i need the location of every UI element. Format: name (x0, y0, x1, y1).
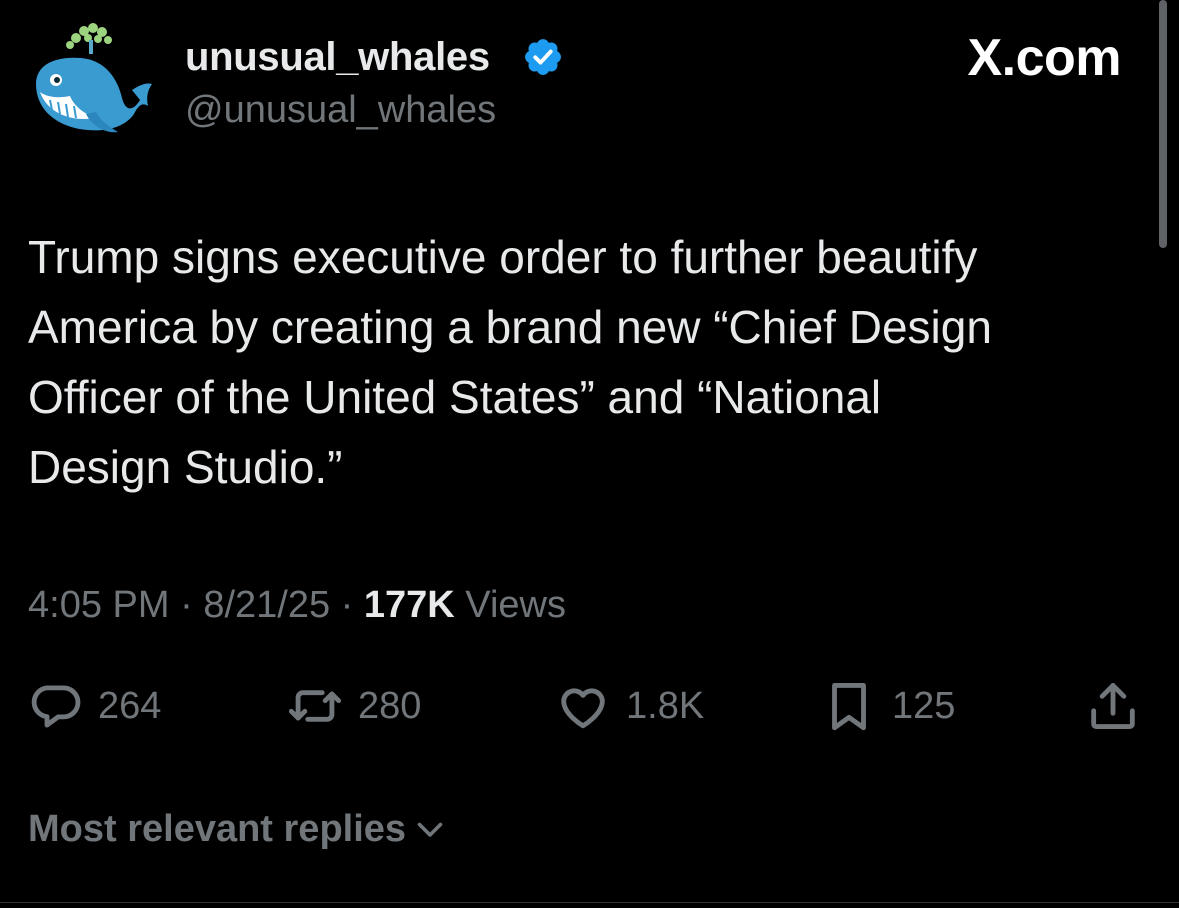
repost-button[interactable]: 280 (286, 676, 421, 736)
divider (0, 902, 1179, 903)
reply-button[interactable]: 264 (26, 676, 161, 736)
share-icon (1091, 683, 1135, 729)
share-button[interactable] (1084, 676, 1142, 736)
site-label: X.com (967, 29, 1121, 87)
author-handle[interactable]: @unusual_whales (185, 88, 496, 132)
replies-sort-label: Most relevant replies (28, 808, 407, 850)
bookmark-count: 125 (892, 685, 956, 727)
repost-icon (288, 690, 342, 722)
tweet-page: unusual_whales @unusual_whales X.com Tru… (0, 0, 1179, 908)
tweet-meta: 4:05 PM · 8/21/25 · 177K Views (28, 582, 566, 628)
reply-icon (31, 685, 81, 728)
views-count[interactable]: 177K (364, 584, 455, 626)
meta-separator: · (169, 584, 204, 626)
repost-count: 280 (358, 685, 422, 727)
whale-logo-graphic (36, 23, 152, 133)
heart-icon (561, 688, 605, 729)
like-count: 1.8K (626, 685, 705, 727)
scrollbar[interactable] (1159, 0, 1167, 248)
bookmark-icon (832, 683, 866, 731)
whale-logo-icon[interactable] (26, 18, 156, 138)
reply-count: 264 (98, 685, 162, 727)
author-display-name[interactable]: unusual_whales (185, 34, 490, 80)
chevron-down-icon (417, 822, 443, 837)
tweet-time[interactable]: 4:05 PM (28, 584, 170, 626)
tweet-text: Trump signs executive order to further b… (28, 231, 992, 493)
tweet-date[interactable]: 8/21/25 (203, 584, 330, 626)
verified-badge-icon (522, 36, 564, 78)
bookmark-button[interactable]: 125 (820, 676, 955, 736)
like-button[interactable]: 1.8K (554, 676, 704, 736)
replies-sort-dropdown[interactable]: Most relevant replies (28, 804, 448, 854)
views-label: Views (454, 584, 566, 626)
meta-separator: · (330, 584, 364, 626)
